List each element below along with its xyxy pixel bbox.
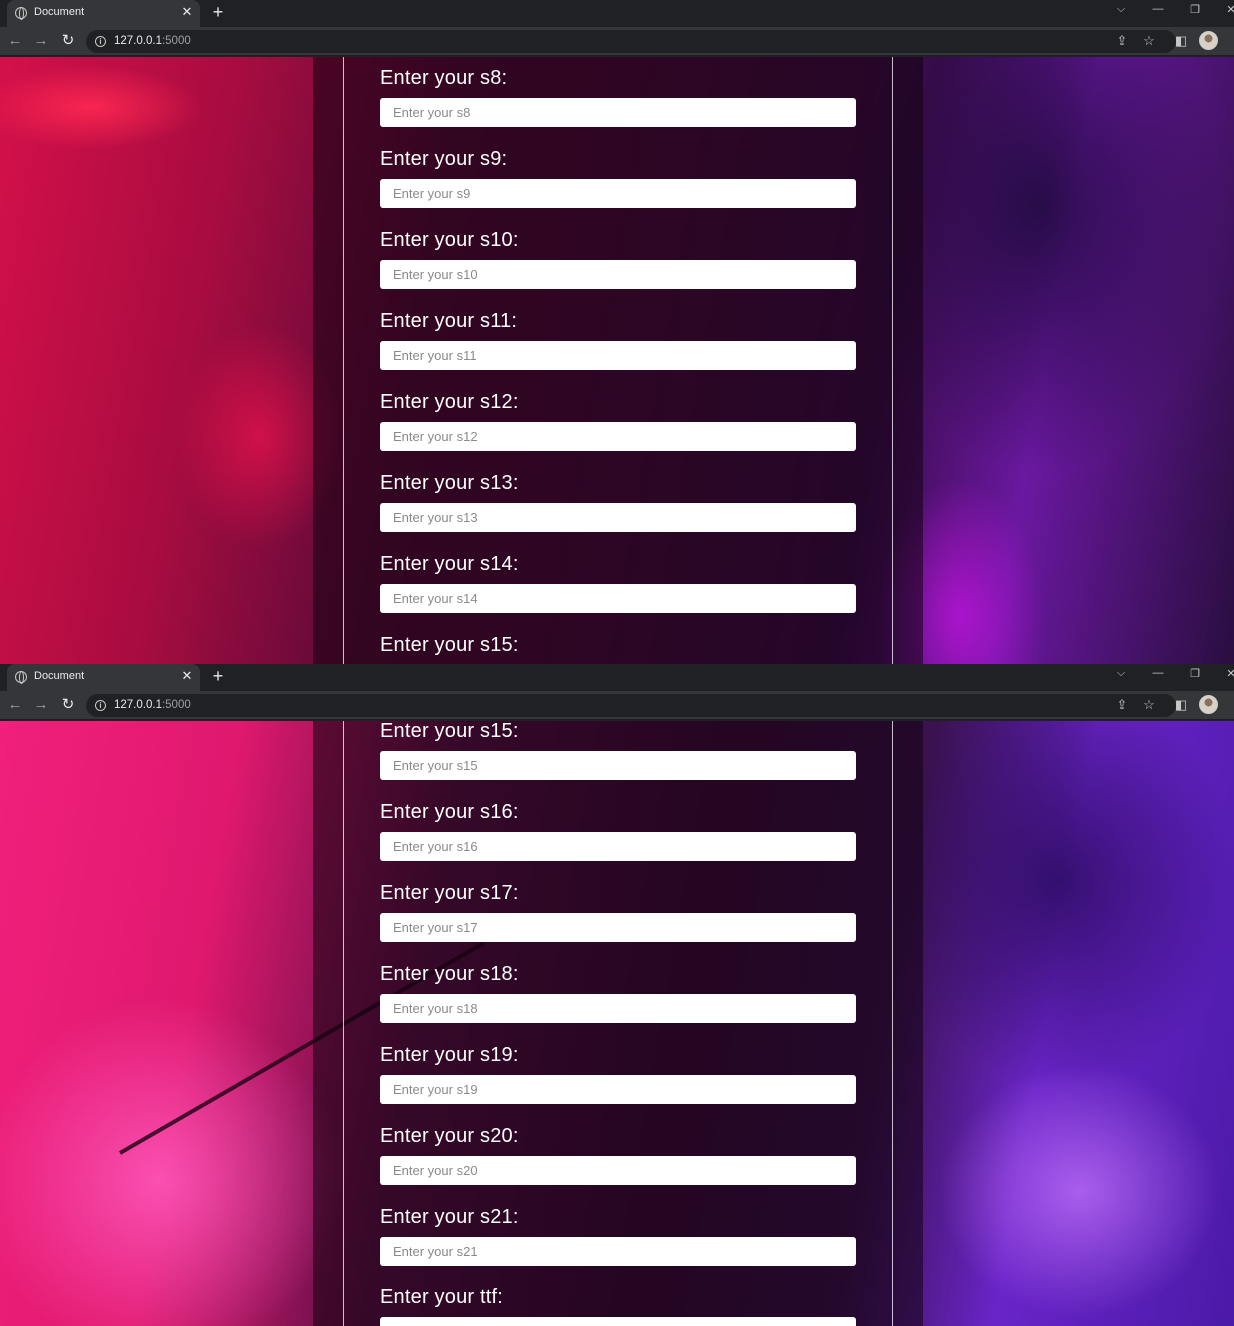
- field-label: Enter your s15:: [380, 721, 519, 742]
- s17-input[interactable]: [380, 913, 856, 942]
- url-text[interactable]: 127.0.0.1:5000: [114, 35, 191, 47]
- window-close-icon[interactable]: ✕: [1222, 3, 1234, 16]
- field-label: Enter your s20:: [380, 1125, 519, 1147]
- reload-icon[interactable]: ↻: [59, 696, 77, 714]
- url-text[interactable]: 127.0.0.1:5000: [114, 699, 191, 711]
- panel-border-right: [892, 57, 893, 664]
- field-label: Enter your s21:: [380, 1206, 519, 1228]
- globe-icon: [15, 671, 27, 684]
- panel-border-left: [343, 57, 344, 664]
- tab-document[interactable]: Document ✕: [7, 0, 200, 27]
- chevron-down-icon[interactable]: ⌵: [1112, 3, 1130, 16]
- address-bar[interactable]: i 127.0.0.1:5000: [86, 694, 1176, 717]
- s21-input[interactable]: [380, 1237, 856, 1266]
- globe-icon: [15, 7, 27, 20]
- close-icon[interactable]: ✕: [179, 4, 195, 20]
- info-icon[interactable]: i: [95, 700, 106, 711]
- new-tab-button[interactable]: +: [208, 666, 228, 686]
- star-icon[interactable]: ☆: [1140, 696, 1158, 714]
- s18-input[interactable]: [380, 994, 856, 1023]
- reload-icon[interactable]: ↻: [59, 32, 77, 50]
- field-label: Enter your s9:: [380, 148, 508, 170]
- field-label: Enter your s15:: [380, 634, 519, 656]
- address-bar[interactable]: i 127.0.0.1:5000: [86, 30, 1176, 53]
- share-icon[interactable]: ⇪: [1113, 696, 1131, 714]
- s20-input[interactable]: [380, 1156, 856, 1185]
- field-label: Enter your s18:: [380, 963, 519, 985]
- panel-border-right: [892, 721, 893, 1326]
- page-viewport: Enter your s8: Enter your s9: Enter your…: [0, 57, 1234, 664]
- s13-input[interactable]: [380, 503, 856, 532]
- profile-avatar[interactable]: [1199, 695, 1218, 714]
- restore-icon[interactable]: ❐: [1186, 667, 1204, 680]
- close-icon[interactable]: ✕: [179, 668, 195, 684]
- menu-icon[interactable]: ⋮: [1228, 696, 1234, 713]
- star-icon[interactable]: ☆: [1140, 32, 1158, 50]
- field-label: Enter your s16:: [380, 801, 519, 823]
- browser-toolbar: ← → ↻ i 127.0.0.1:5000 ⇪ ☆ ◧ ⋮: [0, 27, 1234, 56]
- forward-icon[interactable]: →: [32, 32, 50, 50]
- field-label: Enter your s19:: [380, 1044, 519, 1066]
- page-viewport: Enter your s15: Enter your s16: Enter yo…: [0, 721, 1234, 1326]
- profile-avatar[interactable]: [1199, 31, 1218, 50]
- minimize-icon[interactable]: —: [1149, 667, 1167, 679]
- s11-input[interactable]: [380, 341, 856, 370]
- field-label: Enter your s14:: [380, 553, 519, 575]
- s10-input[interactable]: [380, 260, 856, 289]
- back-icon[interactable]: ←: [6, 696, 24, 714]
- field-label: Enter your s10:: [380, 229, 519, 251]
- tab-title: Document: [34, 670, 85, 682]
- field-label: Enter your s17:: [380, 882, 519, 904]
- ttf-input[interactable]: [380, 1317, 856, 1326]
- field-label: Enter your s8:: [380, 67, 508, 89]
- field-label: Enter your s11:: [380, 310, 518, 332]
- s14-input[interactable]: [380, 584, 856, 613]
- window-close-icon[interactable]: ✕: [1222, 667, 1234, 680]
- tab-strip: Document ✕ + ⌵ — ❐ ✕: [0, 0, 1234, 27]
- forward-icon[interactable]: →: [32, 696, 50, 714]
- s12-input[interactable]: [380, 422, 856, 451]
- s19-input[interactable]: [380, 1075, 856, 1104]
- s8-input[interactable]: [380, 98, 856, 127]
- s9-input[interactable]: [380, 179, 856, 208]
- field-label: Enter your s12:: [380, 391, 519, 413]
- chevron-down-icon[interactable]: ⌵: [1112, 667, 1130, 680]
- side-panel-icon[interactable]: ◧: [1172, 32, 1190, 50]
- browser-toolbar: ← → ↻ i 127.0.0.1:5000 ⇪ ☆ ◧ ⋮: [0, 691, 1234, 720]
- back-icon[interactable]: ←: [6, 32, 24, 50]
- tab-strip: Document ✕ + ⌵ — ❐ ✕: [0, 664, 1234, 691]
- field-label: Enter your ttf:: [380, 1286, 504, 1308]
- browser-window-top: Document ✕ + ⌵ — ❐ ✕ ← → ↻ i 127.0.0.1:5…: [0, 0, 1234, 664]
- new-tab-button[interactable]: +: [208, 2, 228, 22]
- menu-icon[interactable]: ⋮: [1228, 32, 1234, 49]
- restore-icon[interactable]: ❐: [1186, 3, 1204, 16]
- info-icon[interactable]: i: [95, 36, 106, 47]
- panel-border-left: [343, 721, 344, 1326]
- browser-window-bottom: Document ✕ + ⌵ — ❐ ✕ ← → ↻ i 127.0.0.1:5…: [0, 664, 1234, 1326]
- side-panel-icon[interactable]: ◧: [1172, 696, 1190, 714]
- tab-title: Document: [34, 6, 85, 18]
- minimize-icon[interactable]: —: [1149, 3, 1167, 15]
- share-icon[interactable]: ⇪: [1113, 32, 1131, 50]
- s16-input[interactable]: [380, 832, 856, 861]
- s15-input[interactable]: [380, 751, 856, 780]
- tab-document[interactable]: Document ✕: [7, 664, 200, 691]
- field-label: Enter your s13:: [380, 472, 519, 494]
